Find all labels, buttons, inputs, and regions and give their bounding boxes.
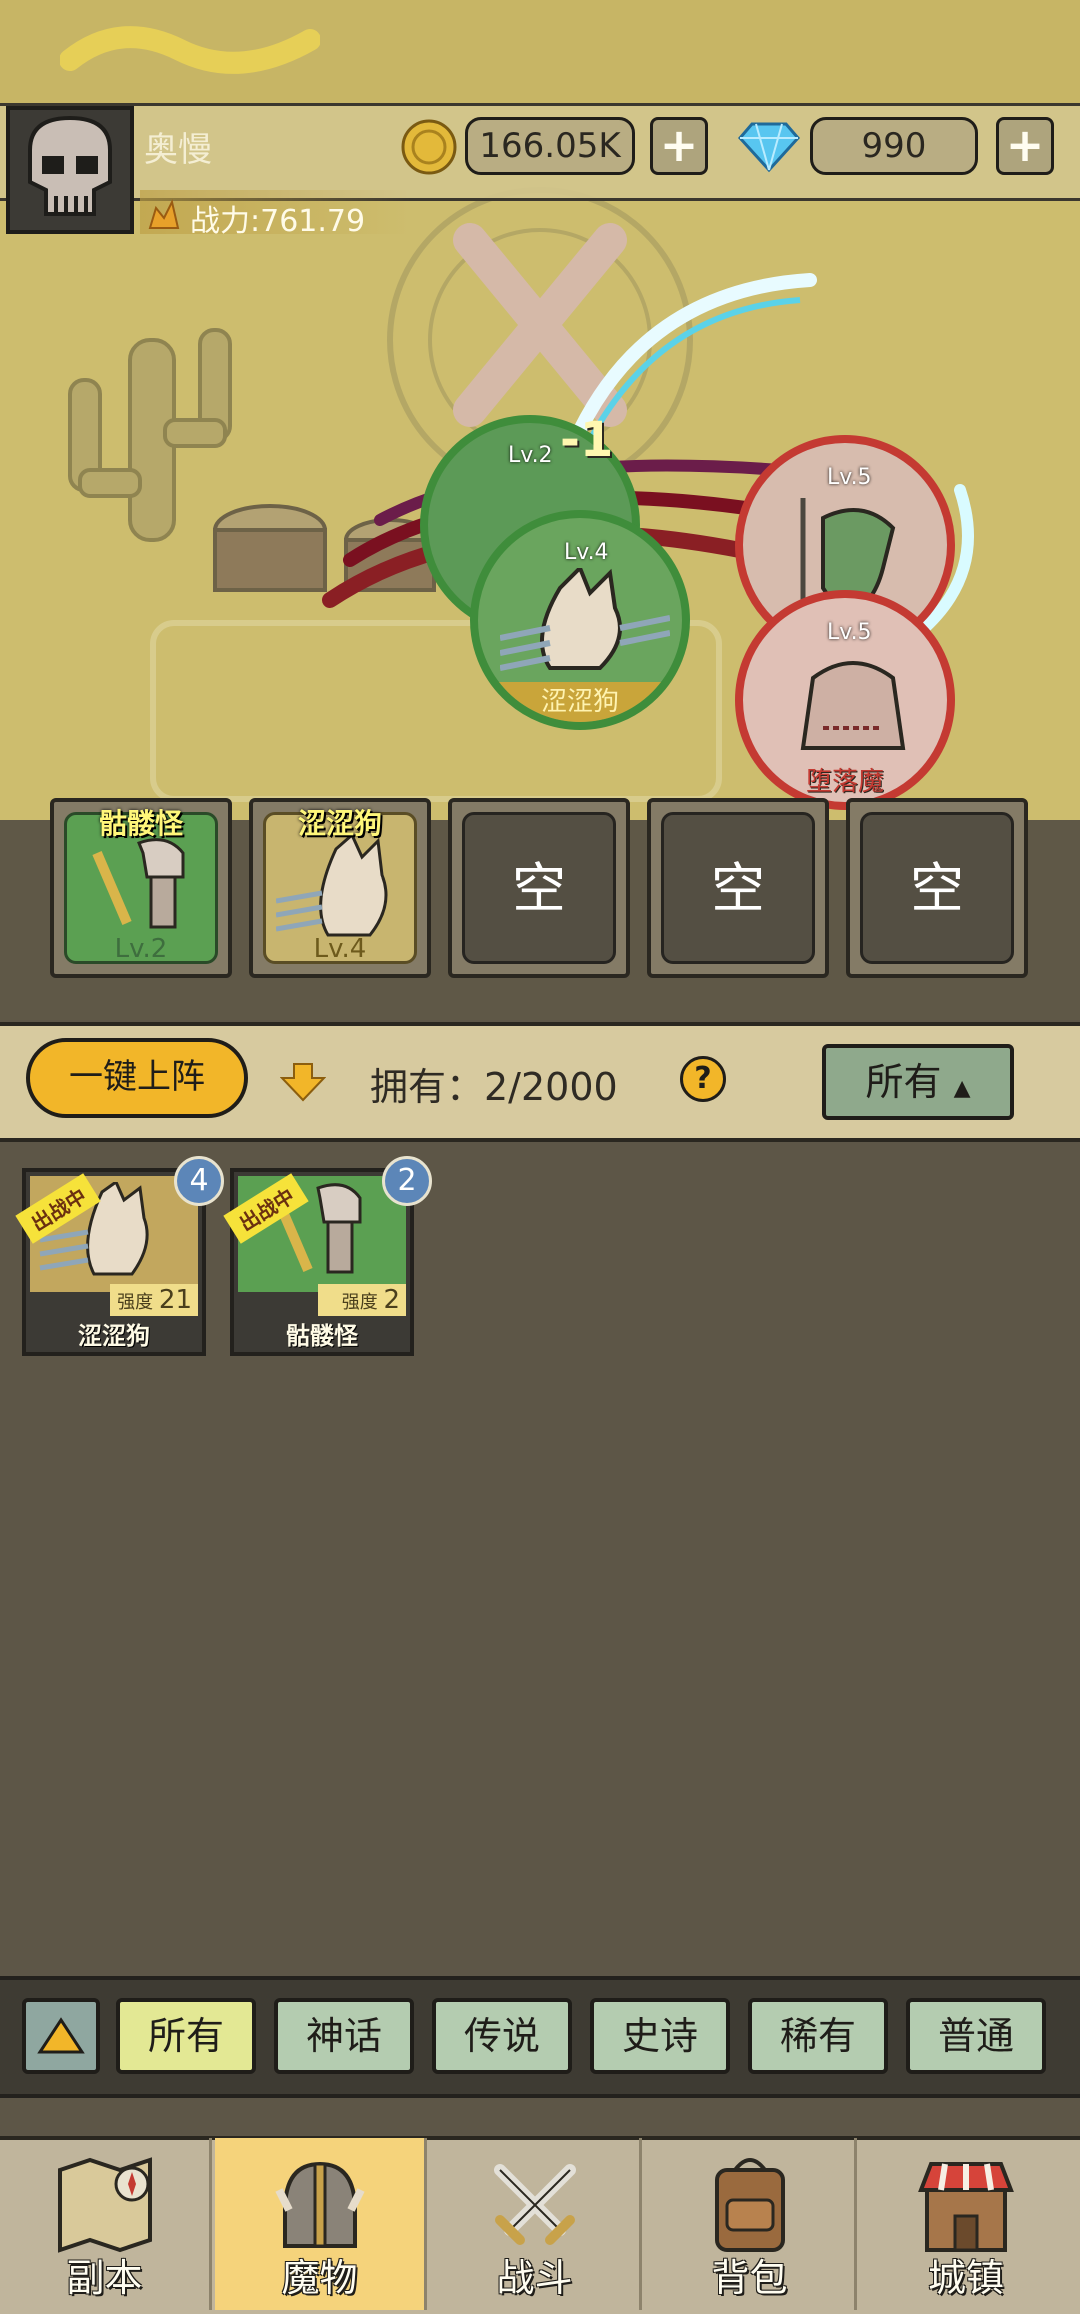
strength-label: 强度 bbox=[117, 1292, 154, 1313]
nav-backpack[interactable]: 背包 bbox=[645, 2138, 857, 2310]
squad-slot-level: Lv.2 bbox=[114, 934, 168, 964]
nav-dungeon[interactable]: 副本 bbox=[0, 2138, 212, 2310]
strength-value: 2 bbox=[383, 1285, 400, 1315]
skull-avatar-icon bbox=[28, 115, 112, 216]
gold-amount: 166.05K bbox=[465, 117, 635, 175]
nav-label: 战斗 bbox=[496, 2256, 573, 2300]
ally-unit-name: 涩涩狗 bbox=[478, 682, 682, 722]
squad-slot-name: 涩涩狗 bbox=[297, 807, 382, 840]
sort-filter-button[interactable]: 所有 ▲ bbox=[822, 1044, 1014, 1120]
nav-label: 城镇 bbox=[927, 2256, 1004, 2300]
empty-slot-label: 空 bbox=[462, 812, 616, 964]
enemy-unit-name: 堕落魔 bbox=[805, 767, 884, 797]
rarity-tab-rare[interactable]: 稀有 bbox=[748, 1998, 888, 2074]
squad-slot-name: 骷髅怪 bbox=[98, 807, 183, 840]
nav-town[interactable]: 城镇 bbox=[860, 2138, 1072, 2310]
nav-monsters[interactable]: 魔物 bbox=[215, 2138, 427, 2310]
nav-label: 副本 bbox=[66, 2256, 143, 2300]
ally-unit-level: Lv.2 bbox=[508, 443, 553, 468]
enemy-unit-level: Lv.5 bbox=[827, 620, 872, 645]
damage-popup: -1 bbox=[560, 412, 614, 468]
monster-name: 涩涩狗 bbox=[78, 1322, 150, 1350]
auto-deploy-button[interactable]: 一键上阵 bbox=[26, 1038, 248, 1118]
rarity-tab-common[interactable]: 普通 bbox=[906, 1998, 1046, 2074]
squad-slot-3[interactable]: 空 bbox=[448, 798, 630, 978]
triangle-up-icon bbox=[37, 2017, 85, 2054]
help-icon[interactable]: ? bbox=[680, 1056, 726, 1102]
strength-label: 强度 bbox=[341, 1292, 378, 1313]
squad-slot-5[interactable]: 空 bbox=[846, 798, 1028, 978]
owned-count: 拥有：2/2000 bbox=[370, 1065, 618, 1109]
map-icon bbox=[57, 2157, 152, 2253]
diamond-icon bbox=[738, 122, 800, 173]
enemy-unit-level: Lv.5 bbox=[827, 465, 872, 490]
player-avatar[interactable] bbox=[6, 106, 134, 234]
wolf-icon bbox=[500, 568, 670, 671]
nav-battle[interactable]: 战斗 bbox=[430, 2138, 642, 2310]
enemy-unit-2[interactable]: Lv.5 堕落魔 bbox=[735, 590, 955, 810]
rarity-tab-mythic[interactable]: 神话 bbox=[274, 1998, 414, 2074]
shop-icon bbox=[918, 2162, 1014, 2252]
empty-slot-label: 空 bbox=[661, 812, 815, 964]
squad-slot-4[interactable]: 空 bbox=[647, 798, 829, 978]
helmet-icon bbox=[274, 2161, 365, 2248]
rarity-tab-legendary[interactable]: 传说 bbox=[432, 1998, 572, 2074]
ally-unit-2[interactable]: Lv.4 涩涩狗 bbox=[470, 510, 690, 730]
add-diamond-button[interactable]: + bbox=[996, 117, 1054, 175]
arrow-down-icon bbox=[280, 1063, 326, 1102]
monster-count-badge: 4 bbox=[174, 1156, 224, 1206]
monster-count-badge: 2 bbox=[382, 1156, 432, 1206]
nav-label: 背包 bbox=[711, 2256, 788, 2300]
fallen-demon-icon bbox=[800, 661, 906, 750]
crossed-swords-icon bbox=[493, 2164, 576, 2245]
rarity-tab-all[interactable]: 所有 bbox=[116, 1998, 256, 2074]
power-icon bbox=[148, 199, 180, 229]
player-name: 奥慢 bbox=[144, 130, 212, 170]
combat-power: 战力:761.79 bbox=[190, 204, 366, 239]
triangle-up-icon: ▲ bbox=[953, 1076, 971, 1101]
squad-slot-level: Lv.4 bbox=[313, 934, 367, 964]
diamond-amount: 990 bbox=[810, 117, 978, 175]
add-gold-button[interactable]: + bbox=[650, 117, 708, 175]
ally-unit-level: Lv.4 bbox=[564, 540, 609, 565]
gold-coin-icon bbox=[401, 119, 457, 175]
backpack-icon bbox=[714, 2158, 785, 2252]
rarity-tab-epic[interactable]: 史诗 bbox=[590, 1998, 730, 2074]
strength-box: 强度 2 bbox=[318, 1284, 406, 1316]
monster-name: 骷髅怪 bbox=[286, 1322, 358, 1350]
bones-icon bbox=[60, 26, 320, 74]
sort-filter-label: 所有 bbox=[865, 1060, 942, 1104]
collapse-button[interactable] bbox=[22, 1998, 100, 2074]
squad-slot-2[interactable]: 涩涩狗 Lv.4 bbox=[249, 798, 431, 978]
strength-value: 21 bbox=[158, 1285, 192, 1315]
empty-slot-label: 空 bbox=[860, 812, 1014, 964]
squad-slot-1[interactable]: 骷髅怪 Lv.2 bbox=[50, 798, 232, 978]
nav-label: 魔物 bbox=[281, 2256, 358, 2300]
strength-box: 强度 21 bbox=[110, 1284, 198, 1316]
